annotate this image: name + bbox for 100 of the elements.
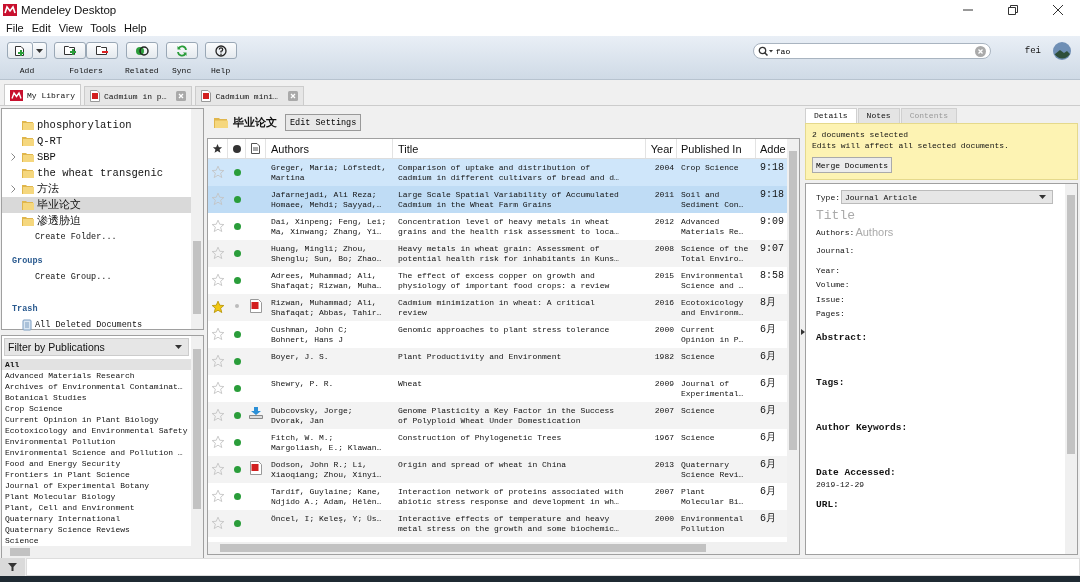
create-group-link[interactable]: Create Group... [2,269,191,285]
trash-item[interactable]: All Deleted Documents [2,317,191,333]
filter-item[interactable]: Crop Science [2,403,191,414]
help-button[interactable] [204,42,237,59]
filter-item[interactable]: Archives of Environmental Contaminat… [2,381,191,392]
add-document-button[interactable] [7,42,33,59]
table-row[interactable]: Dodson, John R.; Li, Xiaoqiang; Zhou, Xinyi… Origin and spread of wheat in China 2013 Quaternary Science Revi… 6月 [208,456,787,483]
folder-item[interactable]: 毕业论文 [2,197,191,213]
authors-field[interactable]: Authors [855,226,1006,238]
table-row[interactable]: Dubcovsky, Jorge; Dvorak, Jan Genome Plasticity a Key Factor in the Success of Polyploid Wheat Under Domestication 2007 Science 6月 [208,402,787,429]
filter-item[interactable]: Journal of Experimental Botany [2,480,191,491]
folder-item[interactable]: SBP [2,149,191,165]
menu-item[interactable]: Edit [27,22,55,34]
star-column-icon[interactable] [212,143,223,154]
merge-documents-button[interactable]: Merge Documents [812,157,892,173]
tab[interactable]: Details [805,108,857,123]
filter-item[interactable]: Advanced Materials Research [2,370,191,381]
search-bar[interactable]: fao [752,43,991,59]
menu-item[interactable]: Tools [86,22,121,34]
table-row[interactable]: Boyer, J. S. Plant Productivity and Environment 1982 Science 6月 [208,348,787,375]
remove-folder-button[interactable] [86,42,118,59]
chevron-icon[interactable] [10,185,16,193]
menu-item[interactable]: Help [120,22,151,34]
filter-item[interactable]: Botanical Studies [2,392,191,403]
star-icon[interactable] [211,273,225,287]
filter-item[interactable]: Plant, Cell and Environment [2,502,191,513]
column-header[interactable]: Published In [677,139,756,158]
filter-item[interactable]: Environmental Pollution [2,436,191,447]
status-dot[interactable] [233,250,241,257]
table-row[interactable]: Jafarnejadi, Ali Reza; Homaee, Mehdi; Sayyad,… Large Scale Spatial Variability of Accumulated Cadmium in the Wheat Farm Grains 2011 Soil and Sediment Con… 9:18 [208,186,787,213]
filter-item[interactable]: Environmental Science and Pollution … [2,447,191,458]
avatar-icon[interactable] [1053,42,1071,60]
star-icon[interactable] [211,165,225,179]
menu-item[interactable]: View [54,22,87,34]
filter-item[interactable]: Frontiers in Plant Science [2,469,191,480]
status-dot[interactable] [233,385,241,392]
status-dot[interactable] [233,223,241,230]
star-icon[interactable] [211,381,225,395]
document-column-icon[interactable] [251,143,260,154]
tab[interactable]: My Library [4,84,81,105]
filter-dropdown[interactable]: Filter by Publications [4,338,189,356]
filter-button[interactable] [0,558,25,576]
scrollbar[interactable] [2,546,191,558]
clear-icon[interactable] [974,45,986,57]
status-dot[interactable] [233,412,241,419]
filter-item[interactable]: Current Opinion in Plant Biology [2,414,191,425]
title-field[interactable]: Title [816,206,1016,224]
status-dot[interactable] [233,439,241,446]
scrollbar[interactable] [787,139,799,554]
edit-settings-button[interactable]: Edit Settings [285,114,362,131]
status-dot[interactable] [233,493,241,500]
column-header[interactable]: Authors [266,139,393,158]
status-dot[interactable] [233,466,241,473]
folder-item[interactable]: phosphorylation [2,117,191,133]
folder-item[interactable]: Q-RT [2,133,191,149]
download-icon[interactable] [249,407,263,419]
menu-item[interactable]: File [2,22,28,34]
filter-item[interactable]: Ecotoxicology and Environmental Safety [2,425,191,436]
filter-item[interactable]: Quaternary Science Reviews [2,524,191,535]
scrollbar[interactable] [1065,184,1077,554]
star-icon[interactable] [211,192,225,206]
filter-item[interactable]: Plant Molecular Biology [2,491,191,502]
related-button[interactable] [125,42,158,59]
add-folder-button[interactable] [54,42,86,59]
folder-item[interactable]: the wheat transgenic [2,165,191,181]
filter-item[interactable]: All [2,359,191,370]
tab[interactable]: Notes [857,108,900,123]
status-dot[interactable] [233,331,241,338]
filter-item[interactable]: Science [2,535,191,546]
scrollbar[interactable] [191,336,203,558]
status-dot[interactable] [233,358,241,365]
close-icon[interactable] [1053,5,1063,15]
sync-button[interactable] [165,42,198,59]
status-dot[interactable] [235,304,239,308]
type-dropdown[interactable]: Journal Article [841,190,1053,204]
tab[interactable]: Cadmium mini… [195,86,304,105]
star-icon[interactable] [211,219,225,233]
status-dot[interactable] [233,196,241,203]
star-icon[interactable] [211,354,225,368]
star-icon[interactable] [211,516,225,530]
star-icon[interactable] [211,246,225,260]
star-icon[interactable] [211,327,225,341]
star-icon[interactable] [211,300,225,314]
scrollbar[interactable] [208,542,787,554]
table-row[interactable]: Greger, Maria; Löfstedt, Martina Comparison of uptake and distribution of cadmium in different cultivars of bread and d… 2004 Crop Science 9:18 [208,159,787,186]
status-dot[interactable] [233,520,241,527]
column-header[interactable]: Title [393,139,646,158]
pdf-icon[interactable] [250,461,262,475]
star-icon[interactable] [211,408,225,422]
folder-item[interactable]: 渗透胁迫 [2,213,191,229]
user-name[interactable]: fei [1024,46,1041,56]
star-icon[interactable] [211,462,225,476]
chevron-icon[interactable] [10,153,16,161]
dropdown-button[interactable] [33,42,47,59]
filter-item[interactable]: Food and Energy Security [2,458,191,469]
filter-item[interactable]: Quaternary International [2,513,191,524]
read-status-column-icon[interactable] [232,144,241,153]
table-row[interactable]: Öncel, I; Keleş, Y; Üs… Interactive effects of temperature and heavy metal stress on the growth and some biochemic… 2000 Environmental Pollution 6月 [208,510,787,537]
star-icon[interactable] [211,489,225,503]
status-dot[interactable] [233,277,241,284]
